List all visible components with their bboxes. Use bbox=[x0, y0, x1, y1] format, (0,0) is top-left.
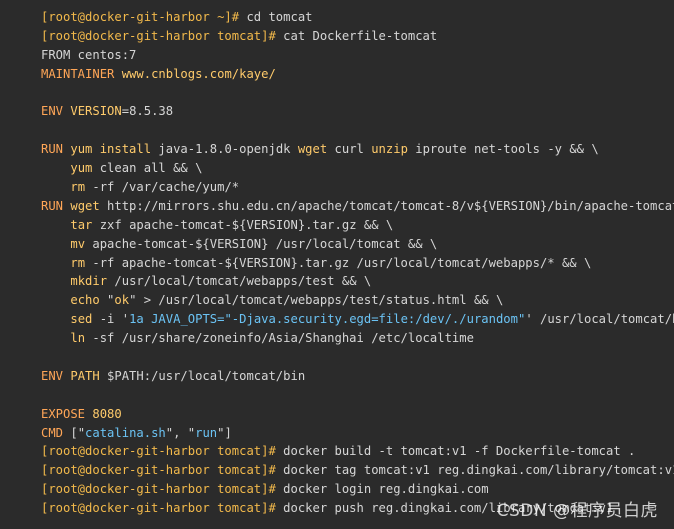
line-token: -rf /var/cache/yum/* bbox=[92, 180, 240, 195]
line-token: FROM centos:7 bbox=[41, 47, 137, 62]
terminal-line-blank-1 bbox=[0, 84, 674, 103]
line-token: docker login reg.dingkai.com bbox=[283, 482, 489, 497]
line-token: clean all && \ bbox=[99, 161, 203, 176]
line-token: ", " bbox=[165, 425, 196, 440]
terminal-line-blank-2 bbox=[0, 121, 674, 140]
line-token: ok bbox=[114, 293, 130, 308]
line-token: " > /usr/local/tomcat/webapps/test/statu… bbox=[129, 293, 504, 308]
line-token bbox=[41, 312, 70, 326]
line-token: wget bbox=[70, 198, 108, 213]
line-token: ENV bbox=[41, 368, 71, 383]
terminal-line-cmd-cat: [root@docker-git-harbor tomcat]# cat Doc… bbox=[0, 27, 674, 46]
shell-prompt: [root@docker-git-harbor tomcat]# bbox=[41, 501, 284, 516]
terminal-line-blank-3 bbox=[0, 348, 674, 367]
shell-prompt: [root@docker-git-harbor tomcat]# bbox=[41, 482, 284, 497]
line-token: ENV bbox=[41, 104, 71, 119]
terminal-line-df-run-1b: yum clean all && \ bbox=[0, 159, 674, 178]
terminal-line-cmd-push: [root@docker-git-harbor tomcat]# docker … bbox=[0, 499, 674, 518]
terminal-line-cmd-build: [root@docker-git-harbor tomcat]# docker … bbox=[0, 442, 674, 461]
line-token: ' /usr/local/tomcat/bin/catalina.sh && \ bbox=[525, 312, 674, 327]
line-token: mkdir bbox=[70, 274, 115, 289]
line-token: rm bbox=[70, 180, 93, 195]
line-token: cd tomcat bbox=[246, 10, 313, 24]
line-token: yum install bbox=[70, 142, 159, 157]
line-token bbox=[41, 237, 70, 251]
line-token bbox=[41, 180, 70, 194]
terminal-line-df-env-version: ENV VERSION=8.5.38 bbox=[0, 102, 674, 121]
line-token: docker tag tomcat:v1 reg.dingkai.com/lib… bbox=[283, 463, 674, 478]
line-token: "] bbox=[217, 425, 232, 440]
terminal-line-df-cmd: CMD ["catalina.sh", "run"] bbox=[0, 424, 674, 443]
line-token: unzip bbox=[371, 142, 416, 157]
line-token: echo bbox=[70, 293, 108, 308]
line-token: $PATH:/usr/local/tomcat/bin bbox=[107, 368, 306, 383]
terminal-line-cmd-login: [root@docker-git-harbor tomcat]# docker … bbox=[0, 480, 674, 499]
line-token: /usr/local/tomcat/webapps/test && \ bbox=[114, 274, 372, 289]
terminal-line-df-expose: EXPOSE 8080 bbox=[0, 405, 674, 424]
terminal-line-df-run-2: RUN wget http://mirrors.shu.edu.cn/apach… bbox=[0, 197, 674, 216]
terminal-line-df-run-1: RUN yum install java-1.8.0-openjdk wget … bbox=[0, 140, 674, 159]
shell-prompt: [root@docker-git-harbor ~]# bbox=[41, 10, 247, 24]
line-token bbox=[41, 256, 70, 270]
line-token bbox=[41, 218, 70, 232]
line-token bbox=[41, 274, 70, 288]
line-token: zxf apache-tomcat-${VERSION}.tar.gz && \ bbox=[99, 217, 394, 232]
line-token: www.cnblogs.com/kaye/ bbox=[121, 66, 276, 81]
line-token: RUN bbox=[41, 142, 71, 157]
terminal-line-df-from: FROM centos:7 bbox=[0, 46, 674, 65]
line-token: http://mirrors.shu.edu.cn/apache/tomcat/… bbox=[107, 198, 674, 213]
line-token: ln bbox=[70, 331, 93, 346]
line-token: CMD bbox=[41, 425, 71, 440]
line-token: 8080 bbox=[92, 406, 122, 421]
terminal-line-df-run-2f: echo "ok" > /usr/local/tomcat/webapps/te… bbox=[0, 291, 674, 310]
terminal-line-blank-4 bbox=[0, 386, 674, 405]
line-token: -sf /usr/share/zoneinfo/Asia/Shanghai /e… bbox=[92, 331, 474, 346]
terminal-window[interactable]: [root@docker-git-harbor ~]# cd tomcat [ro… bbox=[0, 0, 674, 529]
line-token: java-1.8.0-openjdk bbox=[158, 142, 298, 157]
terminal-line-df-run-2c: mv apache-tomcat-${VERSION} /usr/local/t… bbox=[0, 235, 674, 254]
line-token: [" bbox=[70, 425, 86, 440]
terminal-line-df-env-path: ENV PATH $PATH:/usr/local/tomcat/bin bbox=[0, 367, 674, 386]
terminal-line-cmd-tag: [root@docker-git-harbor tomcat]# docker … bbox=[0, 461, 674, 480]
line-token: cat Dockerfile-tomcat bbox=[283, 28, 438, 43]
line-token: sed bbox=[70, 312, 100, 327]
terminal-line-df-maintainer: MAINTAINER www.cnblogs.com/kaye/ bbox=[0, 65, 674, 84]
line-token bbox=[41, 293, 70, 307]
line-token: RUN bbox=[41, 198, 71, 213]
line-token: =8.5.38 bbox=[121, 104, 174, 119]
terminal-line-df-run-2h: ln -sf /usr/share/zoneinfo/Asia/Shanghai… bbox=[0, 329, 674, 348]
line-token: VERSION bbox=[70, 104, 122, 119]
shell-prompt: [root@docker-git-harbor tomcat]# bbox=[41, 28, 284, 43]
line-token: yum bbox=[70, 161, 100, 176]
line-token bbox=[41, 331, 70, 345]
terminal-line-df-run-1c: rm -rf /var/cache/yum/* bbox=[0, 178, 674, 197]
shell-prompt: [root@docker-git-harbor tomcat]# bbox=[41, 444, 284, 459]
line-token: catalina.sh bbox=[85, 425, 166, 440]
terminal-line-df-run-2e: mkdir /usr/local/tomcat/webapps/test && … bbox=[0, 272, 674, 291]
terminal-line-cmd-cd: [root@docker-git-harbor ~]# cd tomcat bbox=[0, 8, 674, 27]
line-token: PATH bbox=[70, 368, 108, 383]
terminal-line-df-run-2b: tar zxf apache-tomcat-${VERSION}.tar.gz … bbox=[0, 216, 674, 235]
shell-prompt: [root@docker-git-harbor tomcat]# bbox=[41, 463, 284, 478]
line-token: curl bbox=[334, 142, 372, 157]
terminal-line-df-run-2d: rm -rf apache-tomcat-${VERSION}.tar.gz /… bbox=[0, 254, 674, 273]
line-token: rm bbox=[70, 255, 93, 270]
terminal-line-df-run-2g: sed -i '1a JAVA_OPTS="-Djava.security.eg… bbox=[0, 310, 674, 329]
line-token: run bbox=[195, 425, 218, 440]
line-token: MAINTAINER bbox=[41, 66, 122, 81]
line-token: -i ' bbox=[99, 312, 130, 327]
line-token: 1a JAVA_OPTS="-Djava.security.egd=file:/… bbox=[129, 312, 526, 327]
line-token: docker build -t tomcat:v1 -f Dockerfile-… bbox=[283, 444, 636, 459]
line-token: mv bbox=[70, 236, 93, 251]
line-token: tar bbox=[70, 217, 100, 232]
line-token: EXPOSE bbox=[41, 406, 93, 421]
line-token bbox=[41, 161, 70, 175]
line-token: apache-tomcat-${VERSION} /usr/local/tomc… bbox=[92, 236, 438, 251]
line-token: docker push reg.dingkai.com/library/tomc… bbox=[283, 501, 614, 516]
line-token: wget bbox=[297, 142, 335, 157]
terminal-output: [root@docker-git-harbor ~]# cd tomcat [ro… bbox=[0, 8, 674, 518]
line-token: -rf apache-tomcat-${VERSION}.tar.gz /usr… bbox=[92, 255, 592, 270]
line-token: iproute net-tools -y && \ bbox=[415, 142, 599, 157]
